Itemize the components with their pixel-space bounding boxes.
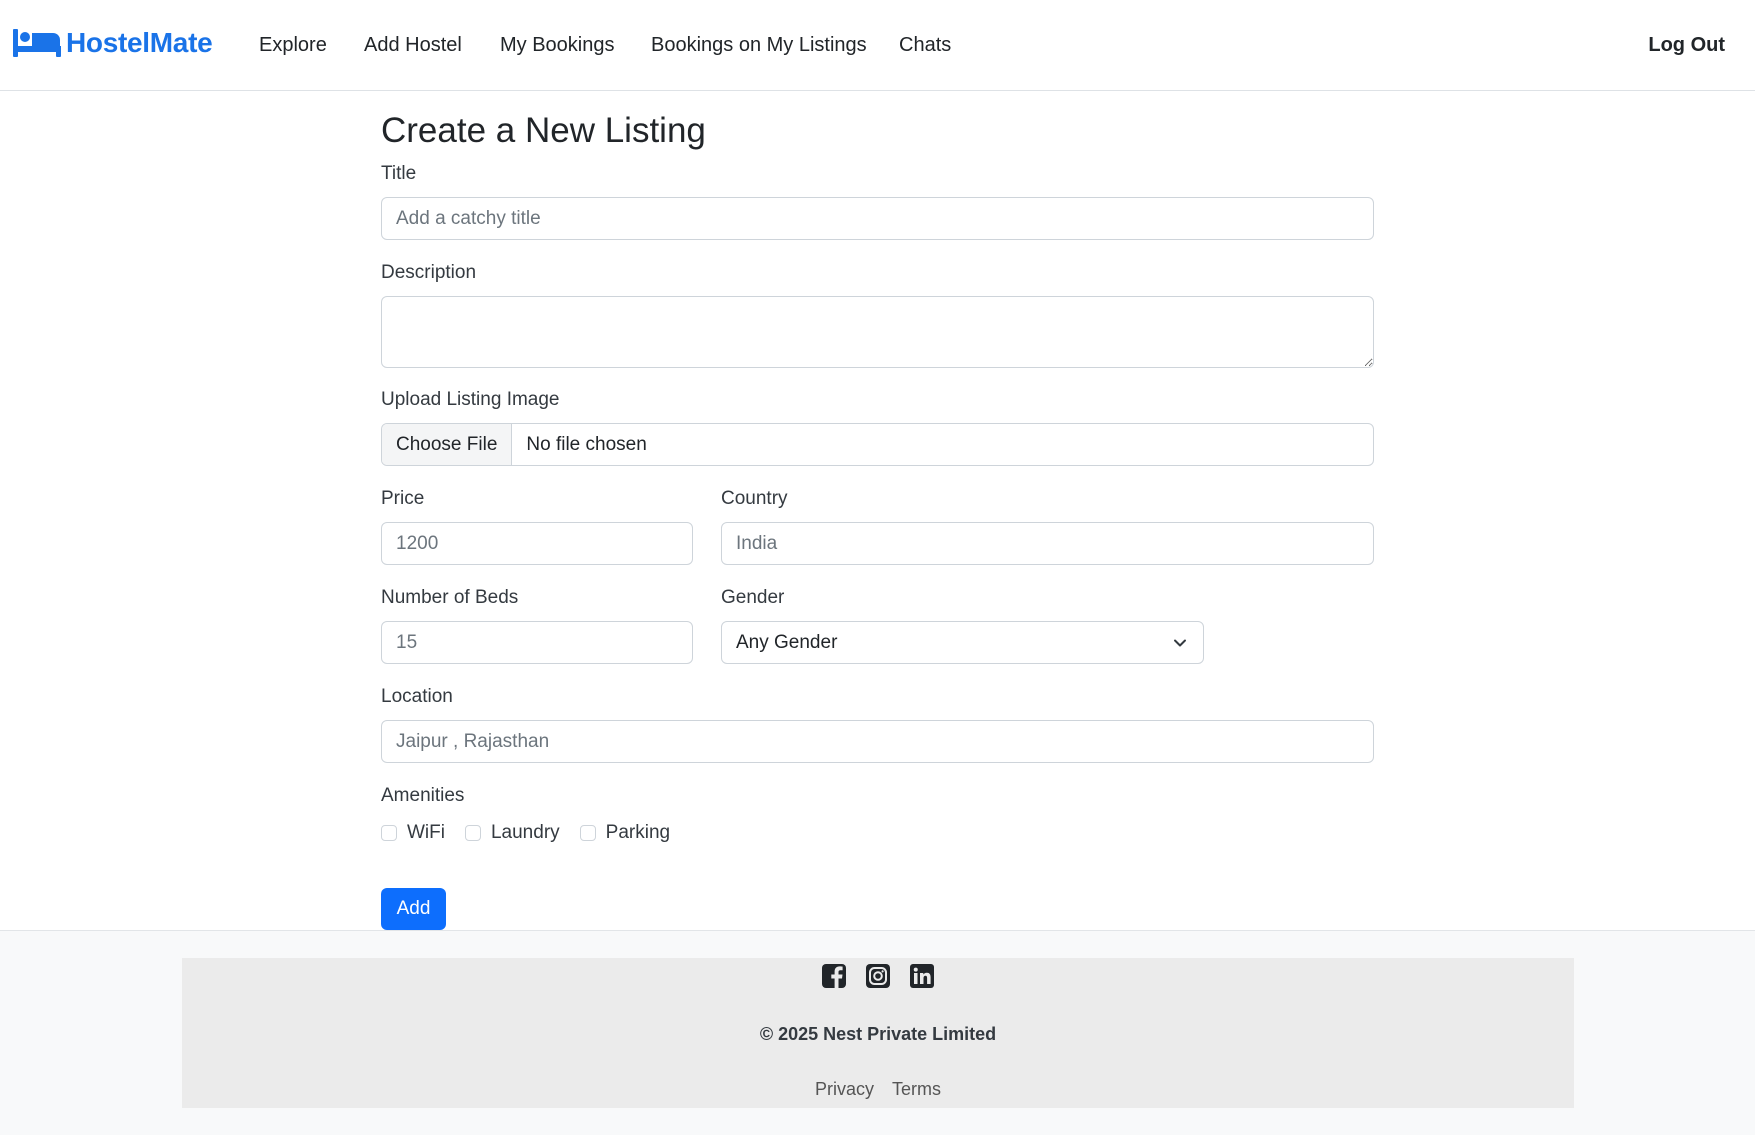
- nav-explore[interactable]: Explore: [259, 34, 327, 57]
- instagram-icon[interactable]: [865, 963, 891, 989]
- country-input[interactable]: [721, 522, 1374, 565]
- beds-label: Number of Beds: [381, 587, 519, 608]
- page-title: Create a New Listing: [381, 111, 706, 150]
- title-input[interactable]: [381, 197, 1374, 240]
- amenity-label: Laundry: [490, 822, 560, 843]
- checkbox-box[interactable]: [579, 825, 596, 841]
- price-input[interactable]: [381, 522, 693, 565]
- facebook-icon[interactable]: [821, 963, 847, 989]
- price-label: Price: [381, 488, 425, 509]
- amenities-group: WiFi Laundry Parking: [381, 822, 690, 844]
- checkbox-box[interactable]: [464, 825, 481, 841]
- choose-file-button[interactable]: Choose File: [382, 424, 513, 465]
- footer-content: © 2025 Nest Private Limited Privacy Term…: [182, 958, 1574, 1108]
- nav-chats[interactable]: Chats: [899, 34, 951, 57]
- linkedin-icon[interactable]: [909, 963, 935, 989]
- bed-icon: [13, 29, 61, 57]
- gender-label: Gender: [721, 587, 785, 608]
- nav-my-bookings[interactable]: My Bookings: [500, 34, 615, 57]
- brand-logo[interactable]: HostelMate: [13, 27, 213, 59]
- checkbox-box[interactable]: [381, 825, 397, 841]
- image-file-input[interactable]: Choose File No file chosen: [381, 423, 1374, 466]
- location-label: Location: [381, 686, 453, 707]
- privacy-link[interactable]: Privacy: [815, 1079, 874, 1100]
- beds-input[interactable]: [381, 621, 693, 664]
- gender-selected-value: Any Gender: [736, 631, 838, 653]
- amenity-label: WiFi: [407, 822, 445, 843]
- amenity-parking-checkbox[interactable]: Parking: [579, 822, 671, 844]
- nav-bookings-on-my-listings[interactable]: Bookings on My Listings: [651, 34, 867, 57]
- image-label: Upload Listing Image: [381, 389, 560, 410]
- amenity-laundry-checkbox[interactable]: Laundry: [464, 822, 560, 844]
- terms-link[interactable]: Terms: [892, 1079, 941, 1100]
- copyright-text: © 2025 Nest Private Limited: [759, 1024, 997, 1044]
- logout-link[interactable]: Log Out: [1648, 34, 1725, 57]
- footer-links: Privacy Terms: [182, 1079, 1574, 1100]
- amenity-label: Parking: [605, 822, 671, 843]
- brand-name: HostelMate: [66, 27, 213, 58]
- gender-select[interactable]: Any Gender: [721, 621, 1204, 664]
- description-textarea[interactable]: [381, 296, 1374, 368]
- file-status: No file chosen: [526, 433, 647, 455]
- location-input[interactable]: [381, 720, 1374, 763]
- amenities-label: Amenities: [381, 785, 465, 806]
- title-label: Title: [381, 163, 417, 184]
- amenity-wifi-checkbox[interactable]: WiFi: [381, 822, 445, 844]
- add-button[interactable]: Add: [381, 888, 446, 930]
- social-links: [182, 963, 1574, 989]
- navbar: HostelMate Explore Add Hostel My Booking…: [0, 0, 1755, 91]
- nav-add-hostel[interactable]: Add Hostel: [364, 34, 462, 57]
- chevron-down-icon: [1174, 639, 1186, 647]
- description-label: Description: [381, 262, 477, 283]
- country-label: Country: [721, 488, 788, 509]
